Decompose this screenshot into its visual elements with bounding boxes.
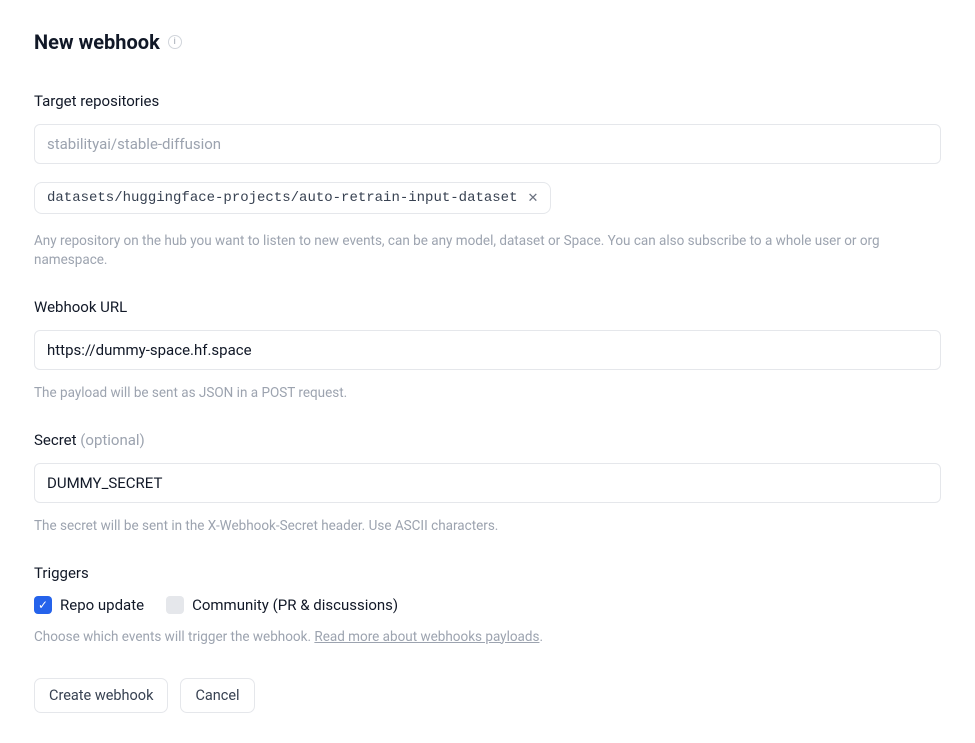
secret-label-text: Secret [34, 431, 80, 449]
secret-input[interactable] [34, 463, 941, 503]
triggers-help: Choose which events will trigger the web… [34, 628, 941, 647]
target-repo-chip: datasets/huggingface-projects/auto-retra… [34, 182, 551, 214]
community-option: Community (PR & discussions) [166, 596, 398, 614]
page-title: New webhook i [34, 30, 941, 54]
repo-update-label: Repo update [60, 596, 144, 614]
cancel-button[interactable]: Cancel [180, 678, 254, 713]
community-checkbox[interactable] [166, 596, 184, 614]
triggers-label: Triggers [34, 564, 941, 582]
secret-optional: (optional) [80, 431, 145, 449]
target-repos-help: Any repository on the hub you want to li… [34, 232, 941, 270]
info-icon[interactable]: i [168, 35, 182, 49]
webhook-url-section: Webhook URL The payload will be sent as … [34, 298, 941, 403]
community-label: Community (PR & discussions) [192, 596, 398, 614]
checkmark-icon: ✓ [38, 599, 48, 611]
page-title-text: New webhook [34, 30, 160, 54]
triggers-help-text: Choose which events will trigger the web… [34, 629, 314, 645]
target-repos-label: Target repositories [34, 92, 941, 110]
triggers-help-link[interactable]: Read more about webhooks payloads [314, 629, 539, 645]
webhook-url-label: Webhook URL [34, 298, 941, 316]
webhook-url-input[interactable] [34, 330, 941, 370]
close-icon[interactable]: ✕ [527, 192, 538, 205]
triggers-section: Triggers ✓ Repo update Community (PR & d… [34, 564, 941, 647]
target-repos-section: Target repositories datasets/huggingface… [34, 92, 941, 270]
secret-help: The secret will be sent in the X-Webhook… [34, 517, 941, 536]
secret-label: Secret (optional) [34, 431, 941, 449]
triggers-row: ✓ Repo update Community (PR & discussion… [34, 596, 941, 614]
repo-update-checkbox[interactable]: ✓ [34, 596, 52, 614]
webhook-url-help: The payload will be sent as JSON in a PO… [34, 384, 941, 403]
secret-section: Secret (optional) The secret will be sen… [34, 431, 941, 536]
target-repo-chip-text: datasets/huggingface-projects/auto-retra… [47, 190, 517, 206]
target-repos-input[interactable] [34, 124, 941, 164]
button-row: Create webhook Cancel [34, 678, 941, 713]
repo-update-option: ✓ Repo update [34, 596, 144, 614]
create-webhook-button[interactable]: Create webhook [34, 678, 168, 713]
